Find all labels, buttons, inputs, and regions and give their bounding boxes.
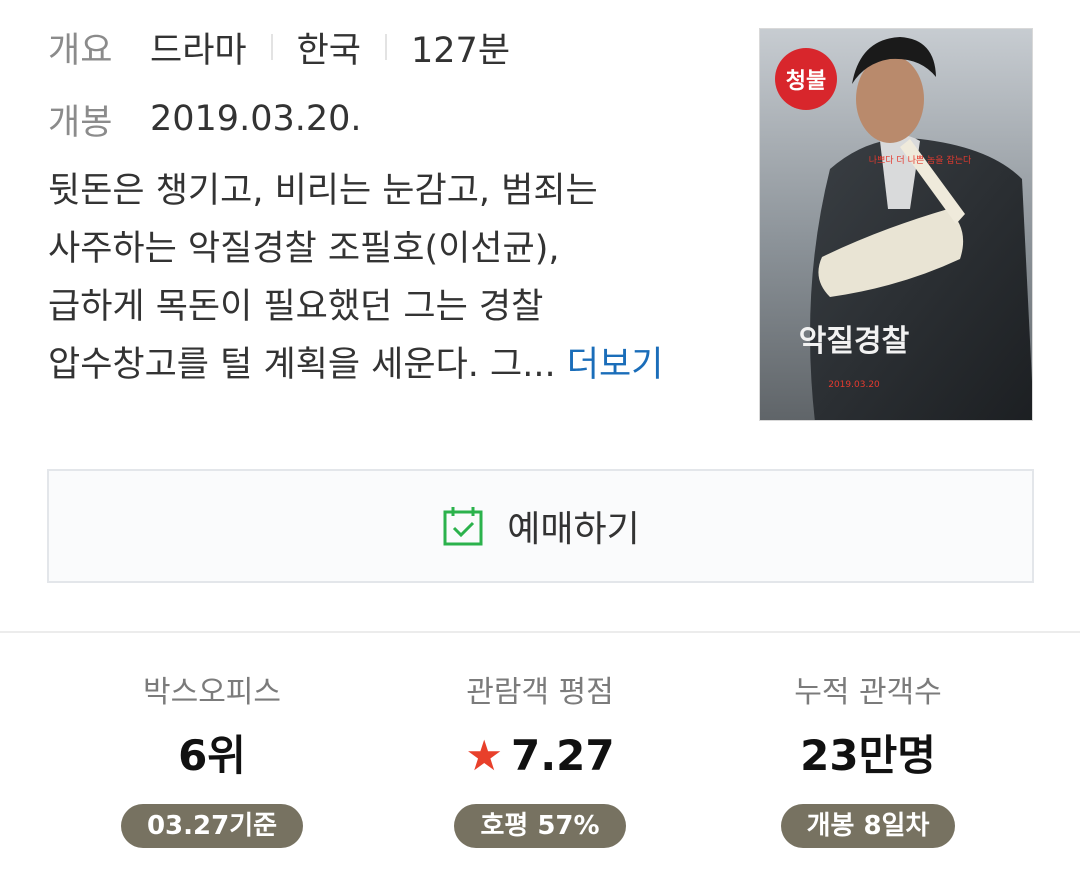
overview-label: 개요: [48, 30, 113, 71]
calendar-check-icon: [443, 507, 483, 546]
synopsis-line: 급하게 목돈이 필요했던 그는 경찰: [48, 287, 544, 327]
separator: [385, 34, 388, 60]
synopsis-line: 사주하는 악질경찰 조필호(이선균),: [48, 229, 560, 269]
stat-value: 23만명: [800, 731, 936, 780]
poster-image: 나쁘다 더 나쁜 놈을 잡는다 악질경찰 2019.03.20 청불: [760, 29, 1032, 420]
stat-value-row: ★ 7.27: [380, 728, 700, 784]
stat-badge: 개봉 8일차: [780, 804, 956, 848]
stat-value: 6위: [178, 731, 246, 780]
overview-row: 개요 드라마 한국 127분: [48, 22, 511, 73]
more-link[interactable]: 더보기: [567, 345, 664, 385]
movie-poster[interactable]: 나쁘다 더 나쁜 놈을 잡는다 악질경찰 2019.03.20 청불: [759, 28, 1033, 421]
synopsis-line-last: 압수창고를 털 계획을 세운다. 그... 더보기: [48, 336, 748, 394]
stat-value: 7.27: [511, 731, 615, 780]
star-icon: ★: [465, 731, 503, 780]
release-label: 개봉: [48, 102, 113, 143]
synopsis-line: 뒷돈은 챙기고, 비리는 눈감고, 범죄는: [48, 171, 598, 211]
runtime: 127분: [411, 30, 511, 71]
stat-title: 관람객 평점: [466, 675, 614, 710]
poster-title: 악질경찰: [799, 324, 910, 359]
box-office-stat[interactable]: 박스오피스 6위 03.27기준: [52, 672, 372, 848]
section-divider: [0, 631, 1080, 633]
synopsis-line: 압수창고를 털 계획을 세운다. 그...: [48, 345, 556, 385]
country-link[interactable]: 한국: [297, 22, 361, 73]
audience-rating-stat[interactable]: 관람객 평점 ★ 7.27 호평 57%: [380, 672, 700, 848]
poster-date: 2019.03.20: [828, 380, 880, 390]
stat-badge: 03.27기준: [120, 804, 304, 848]
release-date: 2019.03.20.: [150, 99, 362, 139]
rating-badge-text: 청불: [786, 69, 826, 94]
genre-link[interactable]: 드라마: [150, 22, 247, 73]
reserve-button[interactable]: 예매하기: [47, 469, 1034, 583]
stat-title: 박스오피스: [143, 675, 281, 710]
stat-badge: 호평 57%: [454, 804, 626, 848]
reserve-label: 예매하기: [507, 509, 640, 550]
stat-title: 누적 관객수: [794, 675, 942, 710]
cumulative-audience-stat[interactable]: 누적 관객수 23만명 개봉 8일차: [708, 672, 1028, 848]
release-row: 개봉 2019.03.20.: [48, 96, 362, 143]
separator: [270, 34, 273, 60]
poster-tagline: 나쁘다 더 나쁜 놈을 잡는다: [869, 154, 972, 166]
synopsis: 뒷돈은 챙기고, 비리는 눈감고, 범죄는 사주하는 악질경찰 조필호(이선균)…: [48, 162, 748, 394]
